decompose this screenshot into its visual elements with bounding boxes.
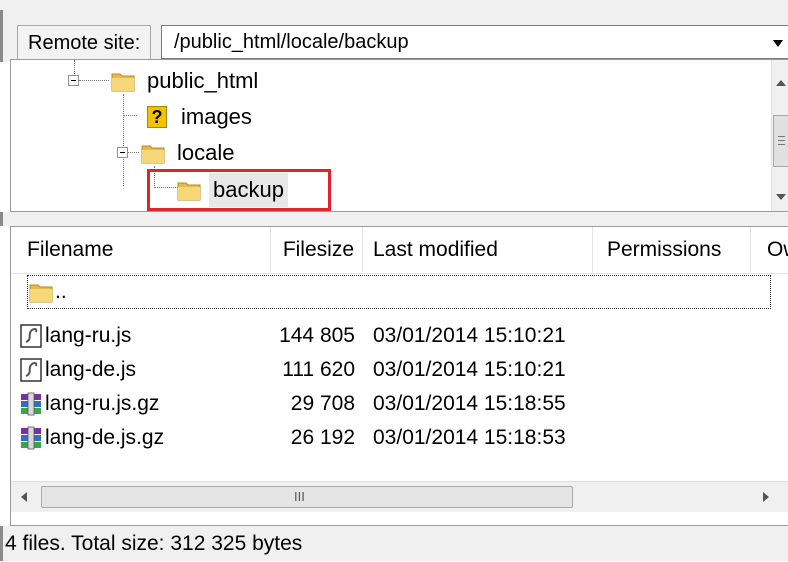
table-row[interactable]: lang-de.js.gz 26 192 03/01/2014 15:18:53 <box>11 421 771 455</box>
scrollbar-thumb[interactable] <box>773 115 788 167</box>
tree-connector <box>127 152 139 153</box>
file-modified: 03/01/2014 15:18:53 <box>373 426 566 449</box>
tree-item-label: public_html <box>147 68 259 94</box>
unknown-folder-icon: ? <box>147 106 167 129</box>
tree-item-public-html[interactable]: public_html <box>111 63 262 97</box>
parent-directory-row[interactable]: .. <box>27 275 771 309</box>
remote-site-bar: Remote site: /public_html/locale/backup <box>0 10 788 62</box>
window-top-edge <box>0 0 788 10</box>
folder-icon <box>111 73 135 92</box>
tree-connector <box>79 80 109 81</box>
path-dropdown-arrow-icon[interactable] <box>773 40 783 47</box>
column-header-permissions[interactable]: Permissions <box>593 227 751 273</box>
scroll-right-arrow-icon[interactable] <box>763 492 769 502</box>
highlight-annotation-box <box>147 169 331 211</box>
scrollbar-grip: III <box>294 489 305 504</box>
file-list-horizontal-scrollbar[interactable]: III <box>11 481 788 512</box>
script-file-icon <box>20 324 42 349</box>
tree-item-label: images <box>181 104 252 130</box>
file-size: 111 620 <box>282 358 355 381</box>
remote-directory-tree: public_html ? images locale backup <box>10 59 788 212</box>
archive-file-icon <box>21 393 41 416</box>
folder-icon <box>141 145 165 164</box>
remote-site-label: Remote site: <box>17 25 152 61</box>
tree-vertical-scrollbar[interactable] <box>771 60 788 211</box>
status-bar-text: 4 files. Total size: 312 325 bytes <box>0 526 788 561</box>
scroll-down-arrow-icon[interactable] <box>776 194 786 200</box>
tree-item-locale[interactable]: locale <box>141 135 238 169</box>
collapse-public-html-toggle[interactable] <box>68 75 79 86</box>
table-row[interactable]: lang-de.js 111 620 03/01/2014 15:10:21 <box>11 353 771 387</box>
file-modified: 03/01/2014 15:10:21 <box>373 324 566 347</box>
grip-line <box>778 140 785 141</box>
scroll-up-arrow-icon[interactable] <box>776 80 786 86</box>
file-modified: 03/01/2014 15:10:21 <box>373 358 566 381</box>
file-name: lang-de.js <box>45 358 137 381</box>
pane-splitter[interactable] <box>0 212 788 226</box>
tree-connector <box>123 94 124 186</box>
parent-directory-label: .. <box>55 280 67 303</box>
file-size: 26 192 <box>290 426 355 449</box>
scroll-left-arrow-icon[interactable] <box>21 492 27 502</box>
table-row[interactable]: lang-ru.js 144 805 03/01/2014 15:10:21 <box>11 319 771 353</box>
remote-file-list: Filename Filesize Last modified Permissi… <box>10 226 788 526</box>
grip-line <box>778 144 785 145</box>
tree-item-images[interactable]: ? images <box>147 99 256 133</box>
file-name: lang-ru.js.gz <box>45 392 160 415</box>
folder-icon <box>29 284 53 303</box>
column-header-owner[interactable]: Ow <box>751 227 788 273</box>
file-name: lang-ru.js <box>45 324 132 347</box>
scrollbar-thumb[interactable]: III <box>41 486 573 508</box>
file-list-header: Filename Filesize Last modified Permissi… <box>11 227 788 274</box>
file-size: 29 708 <box>290 392 355 415</box>
file-name: lang-de.js.gz <box>45 426 165 449</box>
column-header-last-modified[interactable]: Last modified <box>363 227 593 273</box>
script-file-icon <box>20 358 42 383</box>
grip-line <box>778 136 785 137</box>
table-row[interactable]: lang-ru.js.gz 29 708 03/01/2014 15:18:55 <box>11 387 771 421</box>
file-modified: 03/01/2014 15:18:55 <box>373 392 566 415</box>
archive-file-icon <box>21 427 41 450</box>
file-size: 144 805 <box>279 324 355 347</box>
tree-item-label: locale <box>177 140 235 166</box>
collapse-locale-toggle[interactable] <box>117 147 128 158</box>
column-header-filename[interactable]: Filename <box>11 227 271 273</box>
tree-connector <box>123 115 137 116</box>
column-header-filesize[interactable]: Filesize <box>271 227 363 273</box>
remote-site-path-input[interactable]: /public_html/locale/backup <box>161 25 788 59</box>
